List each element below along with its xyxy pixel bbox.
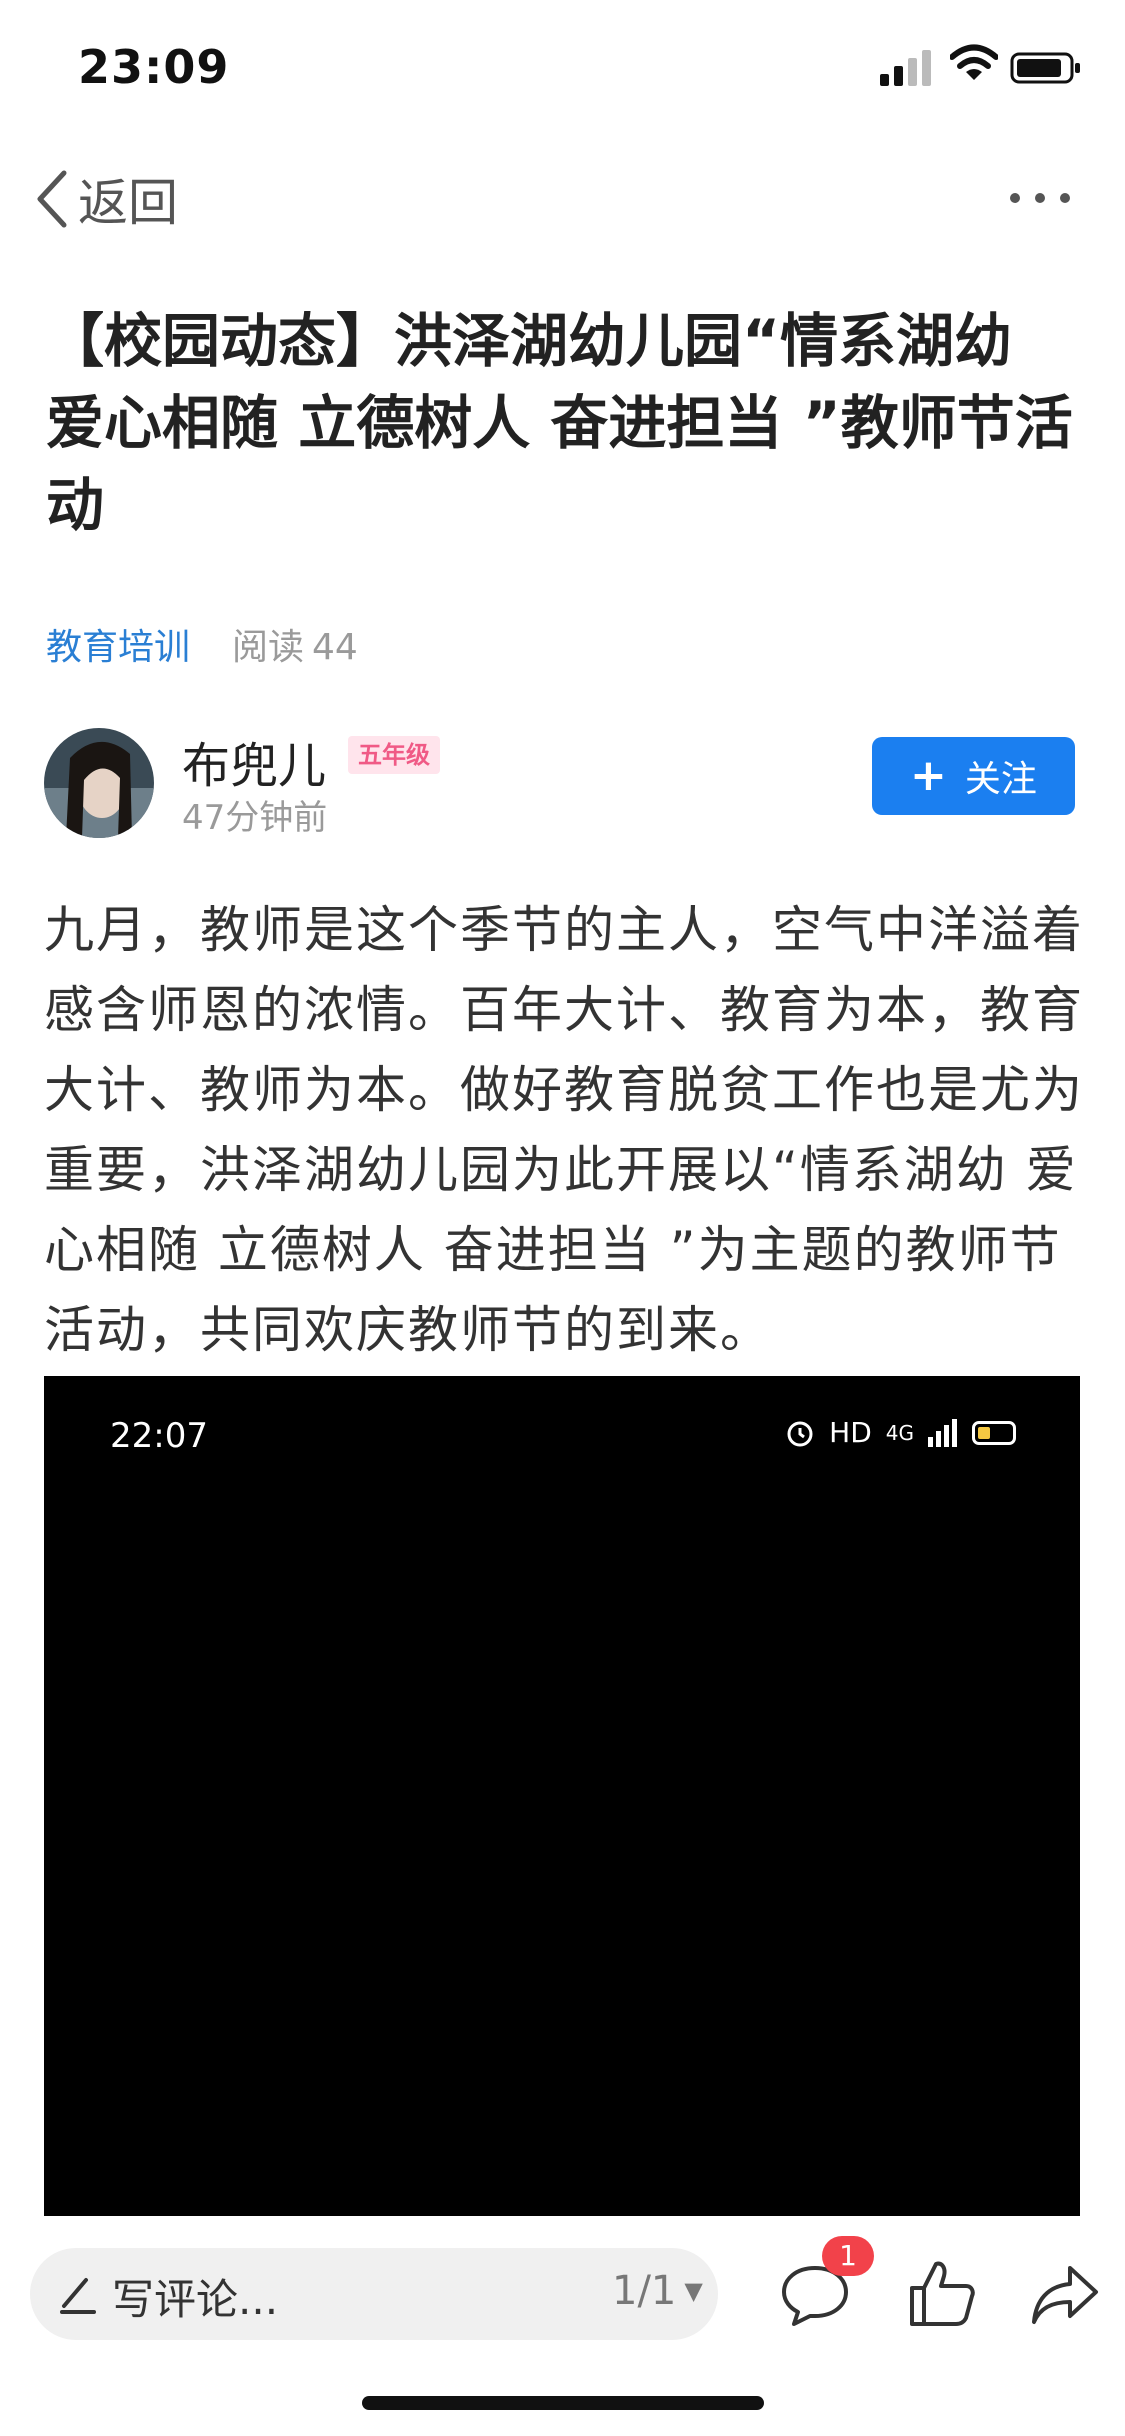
article-title: 【校园动态】洪泽湖幼儿园“情系湖幼 爱心相随 立德树人 奋进担当 ”教师节活动: [46, 307, 1073, 539]
follow-button[interactable]: + 关注: [872, 737, 1075, 815]
article-image[interactable]: 22:07 HD 4G: [44, 1376, 1080, 2216]
share-icon[interactable]: [1030, 2262, 1100, 2326]
media-status-bar: HD 4G: [785, 1416, 1016, 1449]
comment-placeholder: 写评论...: [112, 2275, 279, 2324]
chevron-left-icon: [37, 170, 67, 228]
article-body: 九月，教师是这个季节的主人，空气中洋溢着感含师恩的浓情。百年大计、教育为本，教育…: [44, 901, 1084, 1359]
back-label: 返回: [78, 174, 178, 232]
pen-icon: [60, 2278, 96, 2314]
signal-icon: [880, 50, 931, 86]
follow-label: 关注: [964, 759, 1037, 800]
comment-count-badge: 1: [822, 2236, 874, 2276]
media-battery-icon: [972, 1420, 1016, 1445]
author-name[interactable]: 布兜儿: [182, 726, 326, 796]
avatar-image: [44, 728, 154, 838]
battery-icon: [1010, 52, 1080, 84]
pager-label: 1/1: [612, 2268, 677, 2314]
grade-badge: 五年级: [348, 736, 440, 774]
plus-icon: +: [910, 750, 947, 801]
status-time: 23:09: [78, 40, 230, 94]
wifi-icon: [950, 44, 998, 80]
media-network: 4G: [885, 1420, 914, 1445]
caret-down-icon: ▼: [684, 2277, 703, 2305]
post-time: 47分钟前: [182, 798, 328, 838]
avatar[interactable]: [44, 728, 154, 838]
like-icon[interactable]: [908, 2258, 976, 2328]
media-time: 22:07: [110, 1416, 208, 1456]
back-button[interactable]: 返回: [34, 165, 178, 233]
media-hd: HD: [829, 1416, 872, 1449]
page-selector[interactable]: 1/1 ▼: [612, 2268, 703, 2314]
home-indicator[interactable]: [362, 2396, 764, 2410]
category-link[interactable]: 教育培训: [46, 618, 190, 670]
read-label: 阅读: [232, 627, 305, 668]
read-number: 44: [312, 627, 358, 668]
more-icon[interactable]: [1005, 178, 1075, 218]
read-count: 阅读 44: [232, 618, 358, 670]
media-signal-icon: [928, 1418, 957, 1447]
alarm-icon: [787, 1421, 813, 1446]
